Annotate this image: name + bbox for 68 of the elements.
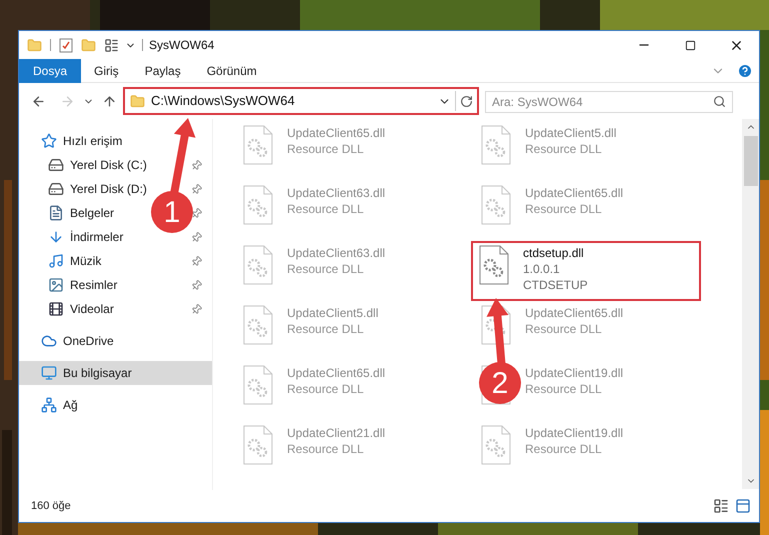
- file-detail: Resource DLL: [287, 201, 365, 217]
- file-detail: Resource DLL: [287, 141, 365, 157]
- videos-icon: [48, 301, 64, 317]
- back-icon[interactable]: [31, 94, 46, 108]
- file-menu-button[interactable]: Dosya: [19, 58, 82, 82]
- file-detail: CTDSETUP: [523, 277, 588, 293]
- file-icon: [481, 185, 511, 225]
- file-icon: [243, 245, 273, 285]
- drive-icon: [48, 181, 64, 197]
- file-icon: [243, 365, 273, 405]
- sidebar-item[interactable]: Belgeler: [48, 204, 114, 222]
- file-detail: Resource DLL: [525, 141, 603, 157]
- search-icon[interactable]: [713, 95, 726, 108]
- network-icon: [41, 397, 57, 413]
- details-view-icon[interactable]: [713, 498, 729, 514]
- file-icon: [481, 425, 511, 465]
- file-detail: 1.0.0.1: [523, 261, 561, 277]
- file-detail: Resource DLL: [525, 441, 603, 457]
- file-detail: Resource DLL: [525, 381, 603, 397]
- window-title: SysWOW64: [149, 37, 214, 54]
- file-icon: [481, 125, 511, 165]
- search-field[interactable]: Ara: SysWOW64: [485, 91, 733, 113]
- file-icon: [243, 125, 273, 165]
- maximize-icon: [684, 40, 696, 50]
- file-detail: Resource DLL: [287, 441, 365, 457]
- sidebar-item[interactable]: Yerel Disk (C:): [48, 156, 147, 174]
- large-icons-view-icon[interactable]: [735, 498, 751, 514]
- properties-icon[interactable]: [59, 38, 73, 52]
- file-detail: Resource DLL: [287, 261, 365, 277]
- sidebar-item[interactable]: Resimler: [48, 276, 118, 294]
- file-icon: [479, 245, 509, 285]
- highlighted-file-item[interactable]: ctdsetup.dll 1.0.0.1 CTDSETUP: [471, 241, 701, 301]
- scrollbar[interactable]: [742, 119, 759, 489]
- downloads-icon: [48, 229, 64, 245]
- scroll-thumb[interactable]: [744, 136, 758, 186]
- computer-icon: [41, 365, 57, 381]
- file-icon: [243, 305, 273, 345]
- pictures-icon: [48, 277, 64, 293]
- item-count: 160 öğe: [31, 498, 71, 514]
- documents-icon: [48, 205, 64, 221]
- address-field[interactable]: C:\Windows\SysWOW64: [123, 87, 479, 115]
- cloud-icon: [41, 333, 57, 349]
- sidebar-item[interactable]: Hızlı erişim: [41, 132, 122, 150]
- file-icon: [243, 425, 273, 465]
- ribbon-tab[interactable]: Paylaş: [132, 58, 194, 82]
- ribbon-tab[interactable]: Giriş: [81, 58, 132, 82]
- file-detail: Resource DLL: [525, 321, 603, 337]
- star-icon: [41, 133, 57, 149]
- refresh-icon[interactable]: [460, 94, 473, 108]
- view-icon[interactable]: [104, 38, 119, 52]
- sidebar-item[interactable]: İndirmeler: [48, 228, 124, 246]
- sidebar-item[interactable]: OneDrive: [41, 332, 114, 350]
- music-icon: [48, 253, 64, 269]
- file-detail: Resource DLL: [287, 381, 365, 397]
- file-icon: [243, 185, 273, 225]
- help-icon[interactable]: [737, 62, 753, 78]
- drive-icon: [48, 157, 64, 173]
- folder-icon: [130, 94, 145, 108]
- sidebar-item[interactable]: Yerel Disk (D:): [48, 180, 147, 198]
- ribbon-tab[interactable]: Görünüm: [194, 58, 270, 82]
- sidebar-item[interactable]: Ağ: [41, 396, 78, 414]
- sidebar-item[interactable]: Müzik: [48, 252, 102, 270]
- file-name[interactable]: ctdsetup.dll: [523, 245, 588, 261]
- up-icon[interactable]: [102, 94, 117, 108]
- sidebar-item[interactable]: Bu bilgisayar: [19, 361, 212, 385]
- sidebar-item[interactable]: Videolar: [48, 300, 114, 318]
- file-detail: Resource DLL: [287, 321, 365, 337]
- file-detail: Resource DLL: [525, 201, 603, 217]
